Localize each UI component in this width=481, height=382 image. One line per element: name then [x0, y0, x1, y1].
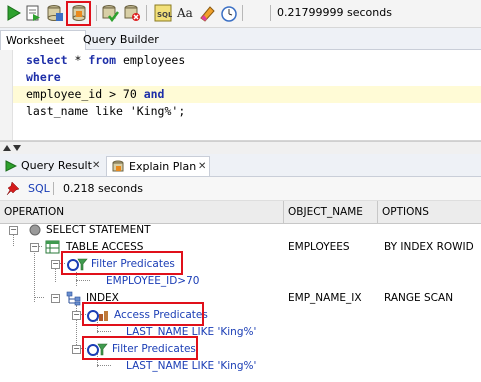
close-icon[interactable]: ✕ [92, 156, 100, 176]
history-icon[interactable] [220, 4, 238, 22]
collapse-toggle-icon[interactable]: − [51, 260, 60, 269]
options-cell: RANGE SCAN [384, 292, 454, 304]
commit-icon[interactable] [101, 4, 119, 22]
column-header-operation[interactable]: OPERATION [0, 201, 284, 223]
table-icon [45, 240, 60, 254]
plan-table-header: OPERATION OBJECT_NAME OPTIONS [0, 201, 481, 224]
code-line: where [26, 70, 61, 84]
operation-cell: SELECT STATEMENT [46, 224, 151, 236]
operation-cell: EMPLOYEE_ID>70 [106, 275, 200, 287]
tab-query-result[interactable]: Query Result ✕ [1, 156, 103, 176]
explain-plan-highlight [66, 1, 91, 26]
filter-predicates-highlight [82, 336, 198, 360]
collapse-arrows-icon[interactable] [2, 143, 22, 153]
plan-row[interactable]: − SELECT STATEMENT [0, 222, 481, 239]
collapse-toggle-icon[interactable]: − [72, 345, 81, 354]
tab-query-builder[interactable]: Query Builder [78, 30, 164, 49]
toolbar: SQL Aa 0.21799999 seconds [0, 0, 481, 28]
sql-info-bar: SQL 0.218 seconds [0, 177, 481, 201]
svg-text:SQL: SQL [157, 11, 172, 19]
column-header-options[interactable]: OPTIONS [378, 201, 481, 223]
plan-row[interactable]: EMPLOYEE_ID>70 [0, 273, 481, 290]
tab-query-result-label: Query Result [21, 159, 92, 172]
code-line: last_name like 'King%'; [26, 104, 186, 118]
elapsed-time: 0.21799999 seconds [277, 6, 392, 19]
statement-icon [29, 224, 41, 236]
tab-explain-plan-label: Explain Plan [129, 160, 197, 173]
plan-row[interactable]: LAST_NAME LIKE 'King%' [0, 358, 481, 375]
editor-gutter [0, 50, 13, 140]
plan-row[interactable]: − INDEX EMP_NAME_IX RANGE SCAN [0, 290, 481, 307]
object-name-cell: EMPLOYEES [288, 241, 350, 253]
sql-editor[interactable]: select * from employees where employee_i… [0, 50, 481, 141]
object-name-cell: EMP_NAME_IX [288, 292, 362, 304]
close-icon[interactable]: ✕ [198, 157, 206, 177]
plan-row[interactable]: − Filter Predicates [0, 341, 481, 358]
pin-icon[interactable] [6, 181, 21, 196]
sql-link[interactable]: SQL [28, 182, 50, 195]
sql-time: 0.218 seconds [63, 182, 143, 195]
sql-tuning-advisor-icon[interactable]: SQL [154, 4, 172, 22]
run-script-icon[interactable] [24, 4, 42, 22]
run-statement-icon [5, 160, 17, 172]
access-predicates-highlight [82, 302, 204, 326]
pane-splitter[interactable] [0, 141, 481, 155]
collapse-toggle-icon[interactable]: − [30, 243, 39, 252]
plan-row[interactable]: − Access Predicates [0, 307, 481, 324]
explain-plan-icon [112, 160, 124, 172]
tab-worksheet[interactable]: Worksheet [0, 30, 86, 50]
code-line: select * from employees [26, 53, 186, 67]
options-cell: BY INDEX ROWID [384, 241, 474, 253]
collapse-toggle-icon[interactable]: − [9, 226, 18, 235]
tab-explain-plan[interactable]: Explain Plan ✕ [106, 156, 210, 176]
result-tabs: Query Result ✕ Explain Plan ✕ [0, 154, 481, 177]
column-header-object-name[interactable]: OBJECT_NAME [284, 201, 378, 223]
divider [53, 182, 54, 195]
svg-text:Aa: Aa [176, 6, 193, 20]
to-upper-lower-icon[interactable]: Aa [176, 4, 194, 22]
rollback-icon[interactable] [123, 4, 141, 22]
plan-row[interactable]: LAST_NAME LIKE 'King%' [0, 324, 481, 341]
autotrace-icon[interactable] [46, 4, 64, 22]
clear-icon[interactable] [198, 4, 216, 22]
run-statement-icon[interactable] [4, 4, 22, 22]
index-icon [66, 291, 81, 306]
operation-cell: LAST_NAME LIKE 'King%' [126, 360, 257, 372]
plan-tree: − SELECT STATEMENT − TABLE ACCESS EMPLOY… [0, 224, 481, 382]
worksheet-tabs: Worksheet Query Builder [0, 28, 481, 50]
collapse-toggle-icon[interactable]: − [72, 311, 81, 320]
code-line-current: employee_id > 70 and [13, 86, 481, 103]
filter-predicates-highlight [61, 251, 183, 275]
collapse-toggle-icon[interactable]: − [51, 294, 60, 303]
